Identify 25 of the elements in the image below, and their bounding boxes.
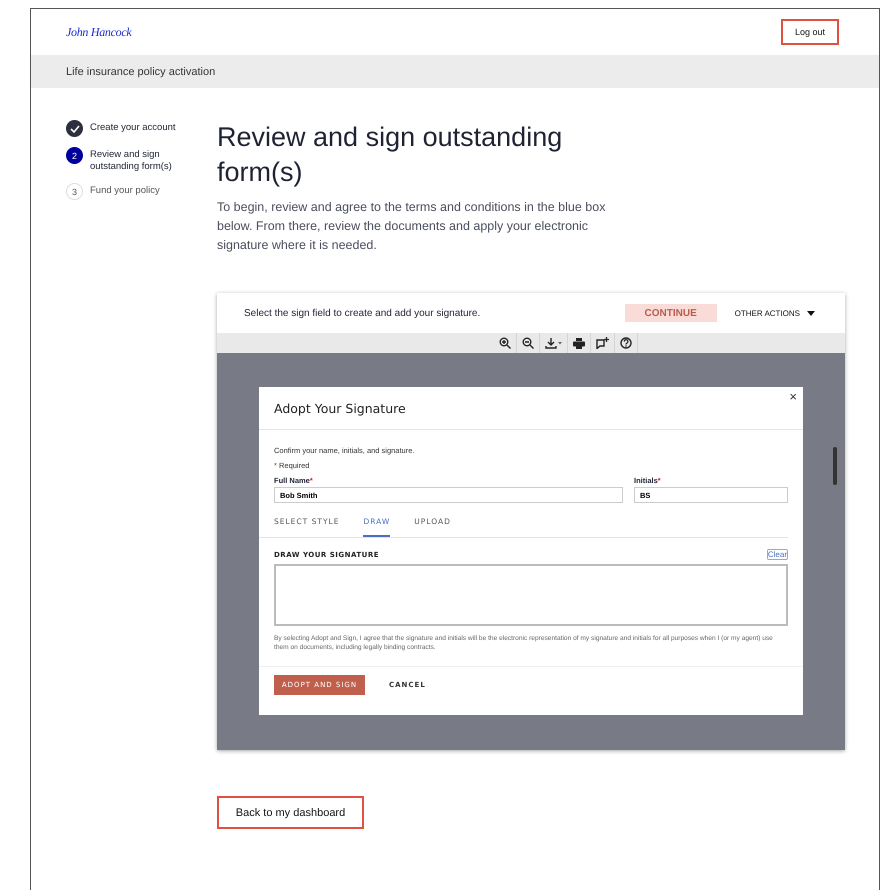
comment-icon[interactable] [596,337,609,349]
check-icon [70,124,80,132]
help-icon[interactable] [620,337,632,349]
zoom-in-icon[interactable] [499,337,511,349]
step-label: Create your account [90,121,176,134]
instruction-text: Select the sign field to create and add your signature. [244,308,482,318]
caret-icon [807,310,815,316]
step-label: Fund your policy [90,184,161,197]
logout-button[interactable]: Log out [780,19,839,45]
step-label: Review and sign outstanding form(s) [90,148,173,173]
page-title: Review and sign outstanding form(s) [217,121,564,189]
clear-link[interactable]: Clear [766,549,788,560]
step-badge: 3 [66,183,83,200]
description: To begin, review and agree to the terms and conditions in the blue box below. From there, review the documents and apply your electronic signature where it is needed. [217,199,606,254]
download-icon[interactable] [545,337,562,349]
zoom-out-icon[interactable] [522,337,534,349]
scrollbar-thumb[interactable] [833,447,837,485]
step-badge: 2 [66,147,83,164]
close-button[interactable]: × [789,389,797,404]
back-to-dashboard-button[interactable]: Back to my dashboard [217,796,364,829]
logo: John Hancock [66,24,132,40]
dialog-title: Adopt Your Signature [274,400,406,416]
page-subtitle: Life insurance policy activation [66,66,216,78]
other-actions-button[interactable]: OTHER ACTIONS [734,308,815,318]
print-icon[interactable] [573,338,585,348]
